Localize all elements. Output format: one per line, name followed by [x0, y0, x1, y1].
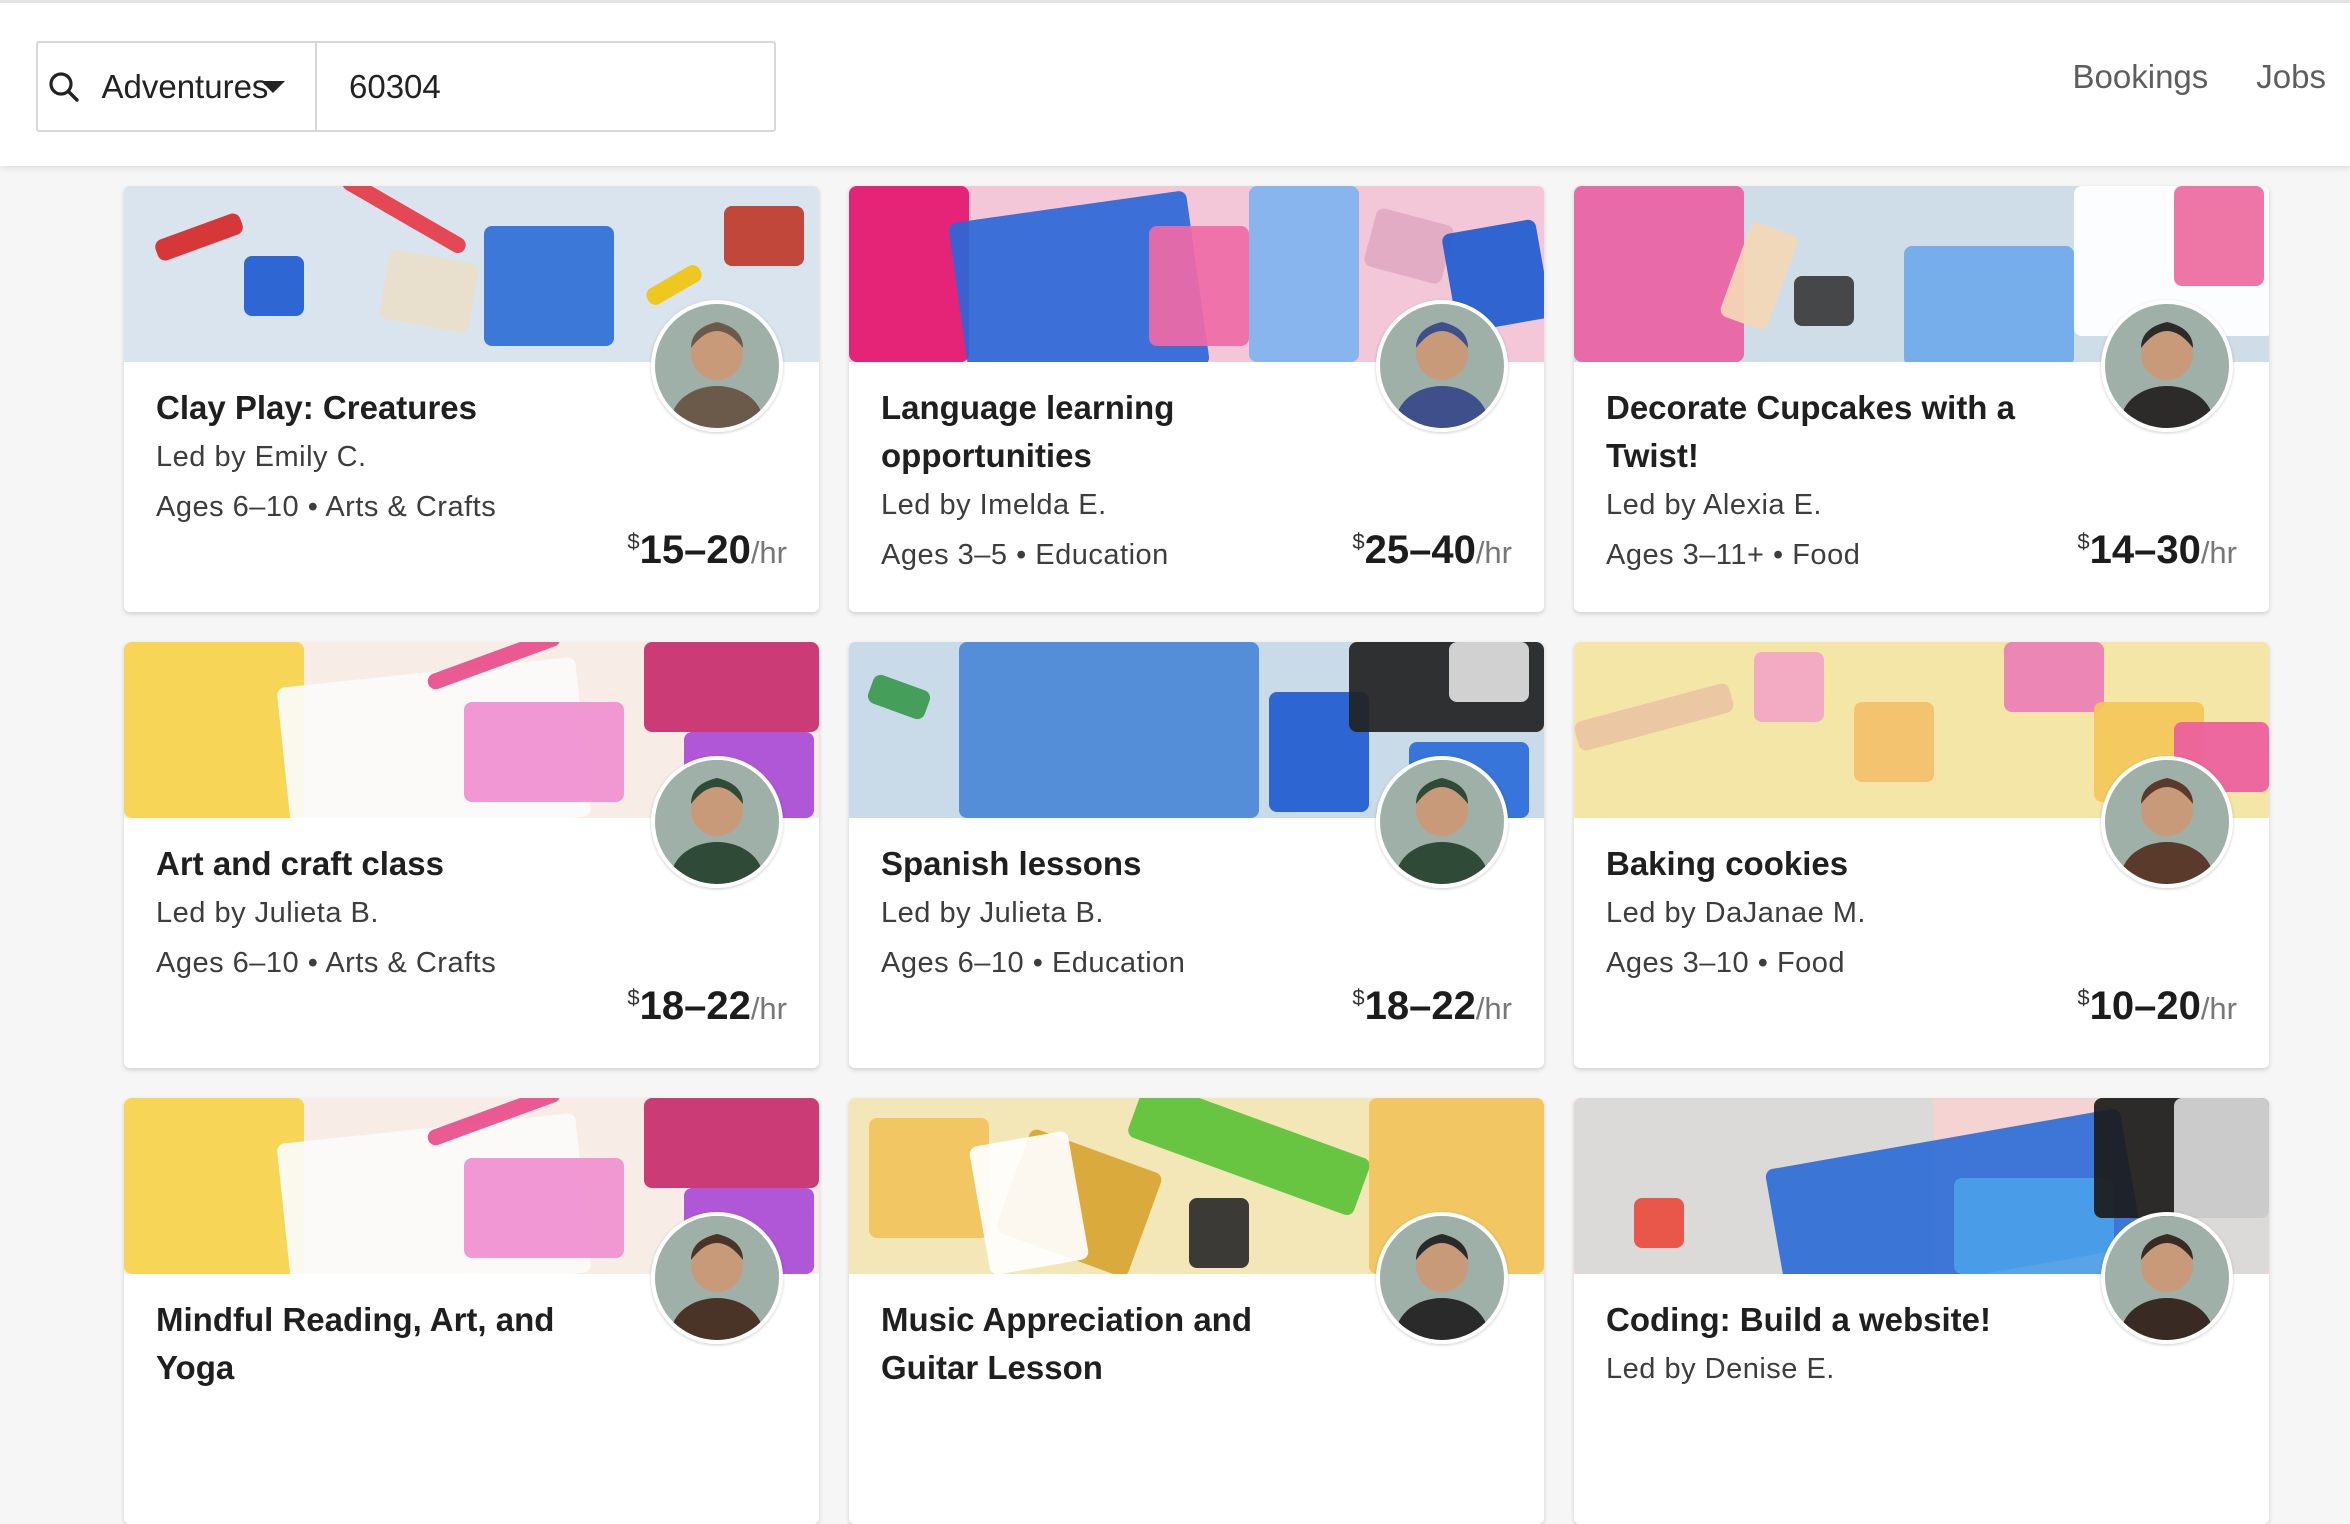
activity-card[interactable]: Art and craft class Led by Julieta B. Ages… — [124, 642, 819, 1068]
activity-card[interactable]: Music Appreciation and Guitar Lesson — [849, 1098, 1544, 1524]
activity-card[interactable]: Language learning opportunities Led by Im… — [849, 186, 1544, 612]
currency-symbol: $ — [2077, 985, 2090, 1010]
activity-ages-category: Ages 3–11+ • Food — [1606, 539, 1861, 571]
activity-leader: Led by Emily C. — [156, 441, 367, 473]
activity-ages-category: Ages 3–5 • Education — [881, 539, 1169, 571]
activity-card[interactable]: Baking cookies Led by DaJanae M. Ages 3–10… — [1574, 642, 2269, 1068]
card-body: Baking cookies Led by DaJanae M. Ages 3–10… — [1574, 818, 2094, 988]
currency-symbol: $ — [2077, 529, 2090, 554]
card-body: Clay Play: Creatures Led by Emily C. Ages … — [124, 362, 644, 532]
activity-ages-category: Ages 3–10 • Food — [1606, 947, 1846, 979]
currency-symbol: $ — [627, 529, 640, 554]
activity-ages-category: Ages 6–10 • Arts & Crafts — [156, 491, 497, 523]
rate-unit: /hr — [750, 991, 787, 1026]
activity-leader: Led by Denise E. — [1606, 1353, 1835, 1385]
activity-title: Spanish lessons — [881, 845, 1142, 882]
hourly-rate: $10–20/hr — [2077, 984, 2237, 1029]
activity-card[interactable]: Mindful Reading, Art, and Yoga — [124, 1098, 819, 1524]
hourly-rate: $18–22/hr — [627, 984, 787, 1029]
card-body: Music Appreciation and Guitar Lesson — [849, 1274, 1369, 1392]
rate-range: 18–22 — [639, 984, 751, 1028]
nav-jobs-link[interactable]: Jobs — [2256, 58, 2326, 96]
activity-title: Decorate Cupcakes with a Twist! — [1606, 389, 2015, 474]
rate-range: 14–30 — [2089, 528, 2201, 572]
currency-symbol: $ — [627, 985, 640, 1010]
rate-range: 25–40 — [1364, 528, 1476, 572]
activity-leader: Led by Julieta B. — [156, 897, 379, 929]
card-body: Coding: Build a website! Led by Denise E. — [1574, 1274, 2094, 1394]
rate-unit: /hr — [750, 535, 787, 570]
currency-symbol: $ — [1352, 985, 1365, 1010]
activity-ages-category: Ages 6–10 • Arts & Crafts — [156, 947, 497, 979]
activity-card[interactable]: Coding: Build a website! Led by Denise E. — [1574, 1098, 2269, 1524]
rate-unit: /hr — [1475, 991, 1512, 1026]
hourly-rate: $25–40/hr — [1352, 528, 1512, 573]
activity-title: Music Appreciation and Guitar Lesson — [881, 1301, 1252, 1386]
rate-unit: /hr — [1475, 535, 1512, 570]
activity-title: Clay Play: Creatures — [156, 389, 477, 426]
activity-ages-category: Ages 6–10 • Education — [881, 947, 1186, 979]
card-body: Art and craft class Led by Julieta B. Ages… — [124, 818, 644, 988]
activity-leader: Led by Julieta B. — [881, 897, 1104, 929]
rate-unit: /hr — [2200, 991, 2237, 1026]
provider-avatar — [651, 300, 783, 432]
top-header: Adventures Bookings Jobs — [0, 0, 2350, 166]
provider-avatar — [1376, 756, 1508, 888]
provider-avatar — [2101, 300, 2233, 432]
zip-code-input[interactable] — [317, 43, 774, 130]
hourly-rate: $14–30/hr — [2077, 528, 2237, 573]
provider-avatar — [651, 1212, 783, 1344]
provider-avatar — [1376, 1212, 1508, 1344]
provider-avatar — [651, 756, 783, 888]
chevron-down-icon — [261, 80, 285, 93]
activity-card[interactable]: Clay Play: Creatures Led by Emily C. Ages … — [124, 186, 819, 612]
card-body: Mindful Reading, Art, and Yoga — [124, 1274, 644, 1392]
category-select-value: Adventures — [101, 67, 269, 105]
search-icon[interactable] — [38, 43, 89, 130]
activity-card[interactable]: Spanish lessons Led by Julieta B. Ages 6–1… — [849, 642, 1544, 1068]
top-nav: Bookings Jobs — [2049, 58, 2350, 96]
provider-avatar — [1376, 300, 1508, 432]
activity-title: Art and craft class — [156, 845, 444, 882]
rate-range: 15–20 — [639, 528, 751, 572]
activity-title: Language learning opportunities — [881, 389, 1175, 474]
rate-unit: /hr — [2200, 535, 2237, 570]
search-bar: Adventures — [36, 41, 776, 132]
activity-card-grid: Clay Play: Creatures Led by Emily C. Ages … — [124, 186, 2270, 1524]
category-select[interactable]: Adventures — [89, 43, 317, 130]
hourly-rate: $18–22/hr — [1352, 984, 1512, 1029]
activity-leader: Led by Imelda E. — [881, 489, 1107, 521]
activity-leader: Led by DaJanae M. — [1606, 897, 1866, 929]
nav-bookings-link[interactable]: Bookings — [2073, 58, 2209, 96]
activity-title: Baking cookies — [1606, 845, 1849, 882]
provider-avatar — [2101, 1212, 2233, 1344]
card-body: Decorate Cupcakes with a Twist! Led by Al… — [1574, 362, 2094, 580]
rate-range: 18–22 — [1364, 984, 1476, 1028]
card-body: Language learning opportunities Led by Im… — [849, 362, 1369, 580]
card-body: Spanish lessons Led by Julieta B. Ages 6–1… — [849, 818, 1369, 988]
activity-leader: Led by Alexia E. — [1606, 489, 1822, 521]
provider-avatar — [2101, 756, 2233, 888]
hourly-rate: $15–20/hr — [627, 528, 787, 573]
activity-card[interactable]: Decorate Cupcakes with a Twist! Led by Al… — [1574, 186, 2269, 612]
rate-range: 10–20 — [2089, 984, 2201, 1028]
activity-title: Mindful Reading, Art, and Yoga — [156, 1301, 555, 1386]
currency-symbol: $ — [1352, 529, 1365, 554]
activity-title: Coding: Build a website! — [1606, 1301, 1991, 1338]
